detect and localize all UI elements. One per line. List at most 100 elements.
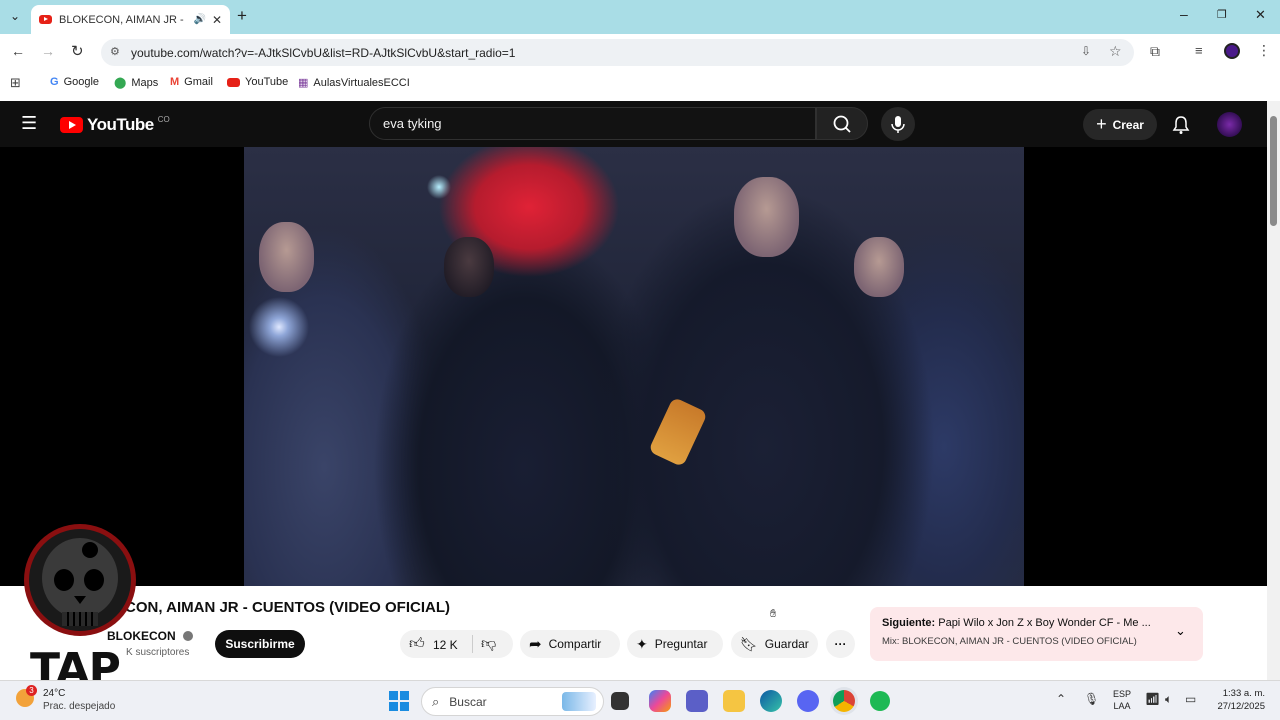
save-label: Guardar [764, 637, 809, 651]
media-control-icon[interactable]: ≡ [1195, 43, 1203, 58]
youtube-header: ☰ YouTube CO eva tyking + Crear [0, 101, 1267, 147]
install-app-icon[interactable]: ⇩ [1081, 44, 1091, 58]
bookmark-gmail[interactable]: M Gmail [170, 76, 213, 88]
share-button[interactable]: ➦ Compartir [520, 630, 620, 658]
chrome-menu-icon[interactable]: ⋮ [1257, 42, 1271, 59]
chrome-taskbar-icon[interactable] [833, 690, 855, 712]
tray-mic-icon[interactable]: 🎙︎ [1084, 692, 1099, 706]
address-bar[interactable]: ⚙ youtube.com/watch?v=-AJtkSlCvbU&list=R… [101, 39, 1134, 66]
back-icon[interactable]: ← [11, 43, 25, 59]
subscribe-button[interactable]: Suscribirme [215, 630, 305, 658]
browser-tab-active[interactable]: BLOKECON, AIMAN JR - CU 🔊 ✕ [31, 5, 230, 34]
up-next-mix: Mix: BLOKECON, AIMAN JR - CUENTOS (VIDEO… [882, 636, 1137, 647]
restore-icon[interactable]: ❐ [1217, 8, 1227, 21]
clock-date: 27/12/2025 [1217, 701, 1265, 712]
voice-search-button[interactable] [881, 107, 915, 141]
profile-avatar-icon[interactable] [1224, 43, 1240, 59]
video-player[interactable] [244, 147, 1024, 586]
tab-audio-icon[interactable]: 🔊 [193, 14, 205, 25]
file-explorer-icon[interactable] [723, 690, 745, 712]
bookmark-youtube[interactable]: YouTube [227, 76, 288, 88]
microphone-icon [891, 116, 905, 133]
volume-icon[interactable]: 🔈︎ [1165, 692, 1172, 707]
sparkle-icon: ✦ [636, 635, 648, 652]
tab-search-chevron-icon[interactable]: ⌄ [10, 9, 20, 23]
teams-icon[interactable] [686, 690, 708, 712]
weather-widget[interactable]: 3 24°C Prac. despejado [16, 685, 116, 717]
scrollbar-thumb[interactable] [1270, 116, 1277, 226]
menu-hamburger-icon[interactable]: ☰ [21, 113, 37, 134]
person-face-main [734, 177, 799, 257]
like-dislike-group: 👍︎ 12 K 👎︎ [400, 630, 513, 658]
url-text: youtube.com/watch?v=-AJtkSlCvbU&list=RD-… [131, 45, 516, 60]
mouse-cursor-icon: ✋︎ [770, 608, 777, 620]
bookmark-maps[interactable]: ⬤ Maps [114, 76, 159, 90]
extensions-icon[interactable]: ⧉ [1150, 43, 1160, 60]
taskbar-search-icon: ⌕ [432, 693, 440, 709]
youtube-logo-icon [60, 117, 83, 133]
more-actions-button[interactable]: ··· [826, 630, 855, 658]
account-avatar[interactable] [1217, 112, 1242, 137]
clock[interactable]: 1:33 a. m. 27/12/2025 [1207, 687, 1265, 713]
taskbar-search[interactable]: ⌕ Buscar [421, 687, 604, 716]
new-tab-icon[interactable]: + [237, 6, 247, 26]
clock-time: 1:33 a. m. [1222, 688, 1265, 699]
up-next-title: Papi Wilo x Jon Z x Boy Wonder CF - Me .… [938, 617, 1151, 629]
language-indicator[interactable]: ESP LAA [1113, 688, 1131, 712]
battery-icon[interactable]: ▭ [1185, 692, 1196, 706]
tray-overflow-icon[interactable]: ⌃ [1056, 692, 1066, 706]
apps-grid-icon[interactable]: ⊞ [10, 75, 21, 91]
bookmark-google[interactable]: G Google [50, 76, 99, 88]
taskbar-search-placeholder: Buscar [449, 694, 487, 709]
windows-taskbar: 3 24°C Prac. despejado ⌕ Buscar ⌃ 🎙︎ ESP… [0, 680, 1280, 720]
more-horizontal-icon: ··· [834, 637, 847, 651]
tab-title: BLOKECON, AIMAN JR - CU [59, 13, 187, 26]
notifications-bell-icon[interactable] [1172, 115, 1190, 135]
wifi-icon[interactable]: 📶︎ [1145, 692, 1160, 706]
page-scrollbar[interactable] [1267, 101, 1280, 680]
tap-skull-watermark: TAP [22, 520, 140, 698]
edge-icon[interactable] [760, 690, 782, 712]
search-button[interactable] [816, 107, 868, 140]
minimize-icon[interactable]: – [1180, 6, 1188, 22]
like-thumb-icon[interactable]: 👍︎ [409, 635, 425, 653]
search-query-text: eva tyking [383, 116, 442, 131]
youtube-favicon-icon [39, 15, 52, 24]
create-button[interactable]: + Crear [1083, 109, 1157, 140]
app-green-icon[interactable] [870, 691, 890, 711]
browser-tab-strip: ⌄ BLOKECON, AIMAN JR - CU 🔊 ✕ + – ❐ ✕ [0, 0, 1280, 34]
bookmark-label: Gmail [184, 76, 213, 88]
search-input[interactable]: eva tyking [369, 107, 816, 140]
lang-top: ESP [1113, 689, 1132, 699]
forward-icon[interactable]: → [41, 43, 55, 59]
bottle-prop [648, 396, 708, 468]
search-highlight-icon [562, 692, 596, 711]
weather-badge: 3 [26, 685, 37, 696]
reload-icon[interactable]: ↻ [71, 42, 84, 60]
save-button[interactable]: 🔖︎ Guardar [731, 630, 818, 658]
close-window-icon[interactable]: ✕ [1255, 7, 1266, 23]
chevron-down-icon[interactable]: ⌄ [1175, 623, 1186, 639]
task-view-icon[interactable] [611, 692, 629, 710]
youtube-logo[interactable]: YouTube CO [60, 115, 170, 135]
site-info-icon[interactable]: ⚙ [110, 45, 120, 58]
video-title: CON, AIMAN JR - CUENTOS (VIDEO OFICIAL) [125, 599, 451, 616]
region-code: CO [157, 114, 170, 124]
bookmark-label: Maps [131, 76, 159, 89]
bookmark-star-icon[interactable]: ☆ [1109, 43, 1122, 60]
bookmark-aulas[interactable]: ▦ AulasVirtualesECCI [298, 76, 410, 90]
windows-start-icon[interactable] [389, 691, 409, 711]
ask-button[interactable]: ✦ Preguntar [627, 630, 723, 658]
dislike-thumb-icon[interactable]: 👎︎ [481, 635, 496, 653]
plus-icon: + [1096, 114, 1107, 134]
share-label: Compartir [548, 637, 602, 651]
up-next-prefix: Siguiente: [882, 617, 936, 629]
lang-bottom: LAA [1113, 701, 1131, 711]
verified-badge-icon [183, 631, 194, 641]
like-count[interactable]: 12 K [433, 638, 458, 652]
browser-toolbar: ← → ↻ ⚙ youtube.com/watch?v=-AJtkSlCvbU&… [0, 34, 1280, 71]
discord-icon[interactable] [797, 690, 819, 712]
copilot-icon[interactable] [649, 690, 671, 712]
up-next-panel[interactable]: Siguiente: Papi Wilo x Jon Z x Boy Wonde… [870, 607, 1203, 661]
tab-close-icon[interactable]: ✕ [212, 13, 222, 27]
